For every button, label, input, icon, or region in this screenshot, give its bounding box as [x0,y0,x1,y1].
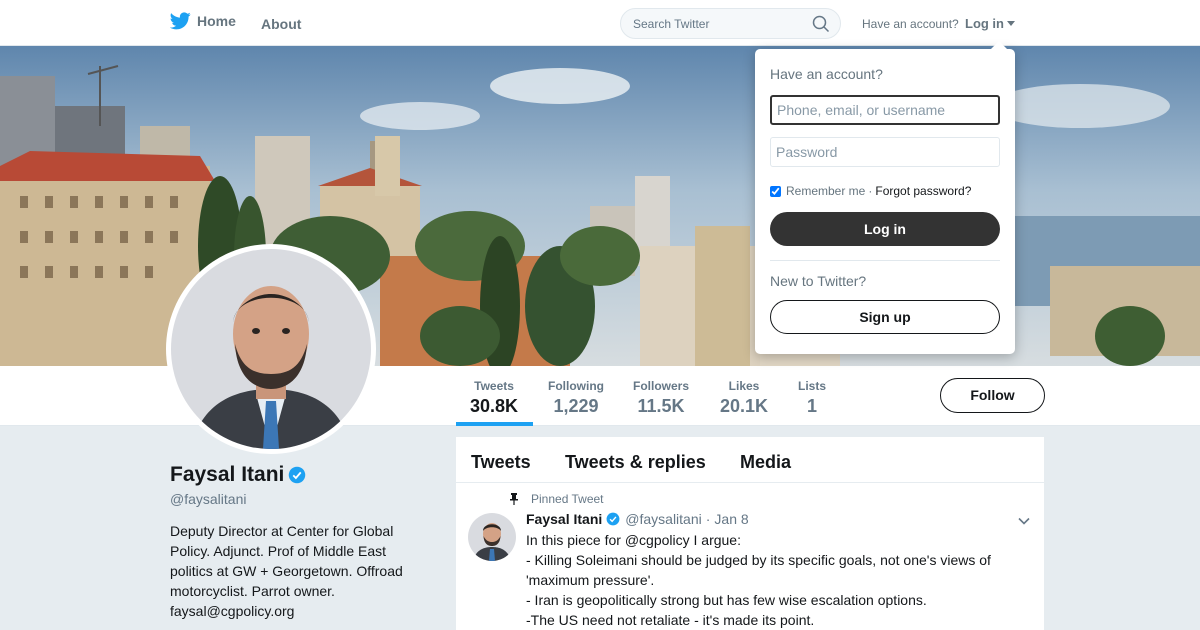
stat-likes[interactable]: Likes 20.1K [720,379,768,417]
stat-label: Likes [728,379,760,393]
remember-me-checkbox[interactable] [770,185,781,197]
tab-tweets-replies[interactable]: Tweets & replies [565,452,706,473]
verified-badge-icon [289,466,306,484]
follow-button[interactable]: Follow [940,378,1045,413]
tab-media[interactable]: Media [740,452,791,473]
new-to-twitter-text: New to Twitter? [770,273,867,289]
nav-home-link[interactable]: Home [170,12,236,30]
chevron-down-icon[interactable] [1018,515,1030,527]
remember-me-row: Remember me · Forgot password? [770,184,971,198]
tab-tweets[interactable]: Tweets [471,452,531,473]
profile-handle[interactable]: @faysalitani [170,491,246,507]
search-box[interactable] [620,8,841,39]
stat-following[interactable]: Following 1,229 [548,379,604,417]
login-button[interactable]: Log in [770,212,1000,246]
tweet-line: - Iran is geopolitically strong but has … [526,592,927,608]
tweet-line: In this piece for @cgpolicy I argue: [526,532,741,548]
stat-tweets[interactable]: Tweets 30.8K [470,379,518,417]
tweet-author-name[interactable]: Faysal Itani [526,511,602,527]
username-field[interactable] [770,95,1000,125]
stat-value: 30.8K [470,396,519,416]
tweet-text: In this piece for @cgpolicy I argue: - K… [526,530,1016,630]
stat-value: 1,229 [553,396,599,416]
tweet-author-handle[interactable]: @faysalitani [625,511,701,527]
active-stat-indicator [456,422,533,426]
separator-dot: · [705,511,711,527]
tweet-avatar-photo [468,513,516,561]
stat-lists[interactable]: Lists 1 [798,379,826,417]
profile-avatar[interactable] [166,244,376,454]
search-icon[interactable] [812,15,830,33]
pinned-text: Pinned Tweet [531,492,604,506]
login-dropdown: Have an account? Remember me · Forgot pa… [755,41,1015,354]
tweet-date[interactable]: Jan 8 [714,511,748,527]
profile-name[interactable]: Faysal Itani [170,463,284,487]
stat-value: 1 [807,396,818,416]
stat-value: 11.5K [637,396,685,416]
password-field[interactable] [770,137,1000,167]
pin-icon [510,493,518,505]
nav-about-link[interactable]: About [261,16,301,32]
tweet-line: -The US need not retaliate - it's made i… [526,612,815,628]
login-toggle-label: Log in [965,16,1004,31]
dropdown-divider [770,260,1000,261]
tweet-avatar[interactable] [468,513,516,561]
top-navigation: Home About Have an account? Log in [0,0,1200,46]
stat-label: Following [548,379,604,393]
stat-label: Lists [798,379,827,393]
login-dropdown-toggle[interactable]: Log in [965,16,1015,31]
timeline-tabs: Tweets Tweets & replies Media [456,437,1044,483]
twitter-bird-icon [170,12,191,30]
dropdown-arrow [991,41,1007,49]
stat-value: 20.1K [720,396,769,416]
profile-bio: Deputy Director at Center for Global Pol… [170,523,403,619]
tweet-header: Faysal Itani @faysalitani · Jan 8 [526,511,749,527]
verified-badge-icon [606,512,620,526]
avatar-photo [171,249,371,449]
signup-button[interactable]: Sign up [770,300,1000,334]
dropdown-title: Have an account? [770,66,883,82]
stat-label: Followers [633,379,690,393]
nav-home-label: Home [197,13,236,29]
pinned-tweet-label: Pinned Tweet [508,492,604,506]
stat-label: Tweets [474,379,514,393]
remember-me-label[interactable]: Remember me [786,184,865,198]
have-account-text: Have an account? [862,17,959,31]
stat-followers[interactable]: Followers 11.5K [633,379,689,417]
separator-dot: · [868,184,873,198]
timeline: Tweets Tweets & replies Media Pinned Twe… [456,437,1044,630]
search-input[interactable] [633,17,803,31]
tweet-line: - Killing Soleimani should be judged by … [526,552,991,588]
caret-down-icon [1007,21,1015,26]
profile-name-row: Faysal Itani [170,463,306,487]
forgot-password-link[interactable]: Forgot password? [875,184,971,198]
